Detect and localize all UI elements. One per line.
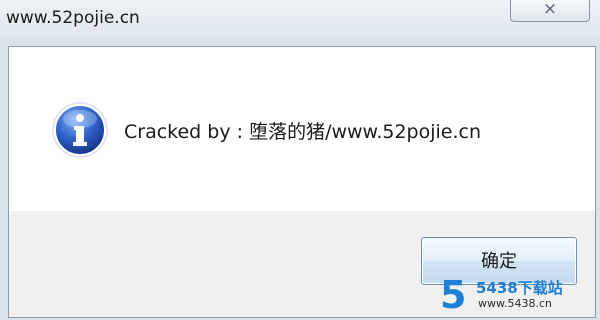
message-area: Cracked by : 堕落的猪/www.52pojie.cn <box>9 47 595 211</box>
title-bar: www.52pojie.cn × <box>0 0 600 38</box>
watermark: 5 5438下载站 www.5438.cn <box>440 275 598 317</box>
close-button[interactable]: × <box>510 0 590 22</box>
window-title: www.52pojie.cn <box>6 8 140 28</box>
info-icon <box>52 102 108 158</box>
watermark-logo: 5 <box>440 273 467 317</box>
watermark-url: www.5438.cn <box>478 297 552 310</box>
watermark-name: 5438下载站 <box>476 279 563 297</box>
close-icon: × <box>542 0 558 19</box>
dialog-message: Cracked by : 堕落的猪/www.52pojie.cn <box>124 121 482 143</box>
